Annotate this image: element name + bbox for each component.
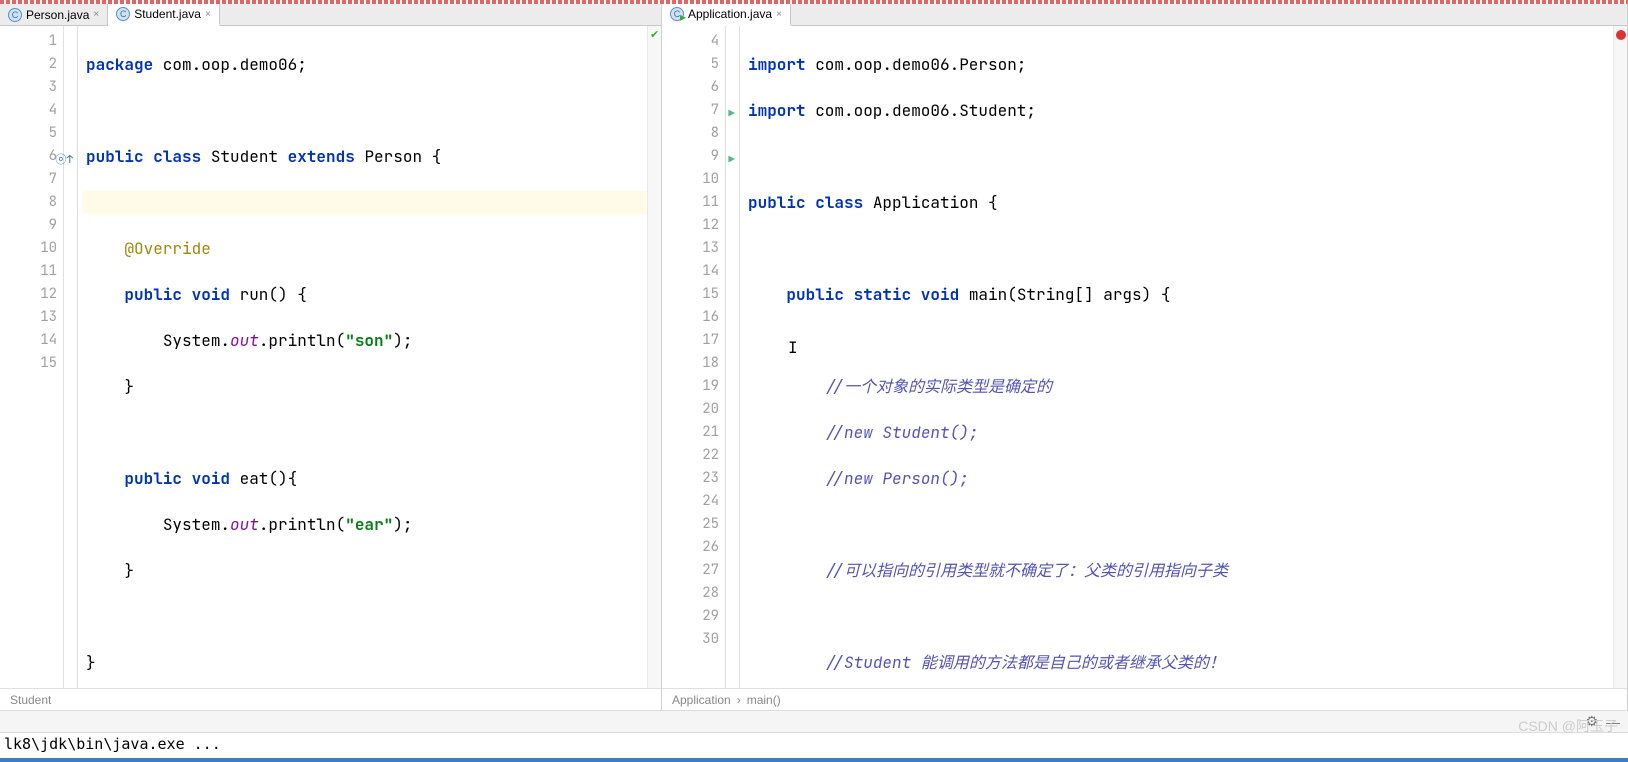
error-marker-icon[interactable]: [1616, 30, 1626, 40]
tab-label: Student.java: [134, 7, 201, 21]
right-marker-rail: [1613, 26, 1627, 688]
left-gutter: 1 2 3 4 5 6ⓞ↑ 7 8 9 10 11 12 13 14 15: [0, 26, 64, 688]
left-tab-bar: C Person.java × C Student.java ×: [0, 4, 661, 26]
close-icon[interactable]: ×: [205, 9, 211, 20]
left-marker-rail: ✔: [647, 26, 661, 688]
left-fold-column: [64, 26, 78, 688]
console-line: lk8\jdk\bin\java.exe ...: [4, 735, 221, 753]
close-icon[interactable]: ×: [776, 9, 782, 20]
java-class-icon: C: [116, 7, 130, 21]
breadcrumb-item[interactable]: Student: [10, 693, 51, 707]
chevron-right-icon: ›: [737, 693, 741, 707]
tab-student-java[interactable]: C Student.java ×: [108, 4, 220, 26]
java-class-run-icon: C▸: [670, 7, 684, 21]
bottom-bar: [0, 758, 1628, 762]
breadcrumb-item[interactable]: Application: [672, 693, 731, 707]
tool-strip: ⚙ —: [0, 710, 1628, 732]
text-cursor-icon: I: [788, 336, 798, 359]
console-output[interactable]: lk8\jdk\bin\java.exe ...: [0, 732, 1628, 758]
tab-person-java[interactable]: C Person.java ×: [0, 4, 108, 25]
left-editor-pane: C Person.java × C Student.java × 1 2 3 4…: [0, 4, 662, 710]
right-editor-pane: C▸ Application.java × 4 5 6 7▶ 8 9▶ 10 1…: [662, 4, 1628, 710]
left-breadcrumb[interactable]: Student: [0, 688, 661, 710]
right-fold-column: [726, 26, 740, 688]
right-breadcrumb[interactable]: Application › main(): [662, 688, 1627, 710]
close-icon[interactable]: ×: [93, 9, 99, 20]
right-code[interactable]: import com.oop.demo06.Person; import com…: [740, 26, 1613, 688]
breadcrumb-item[interactable]: main(): [747, 693, 781, 707]
tab-label: Person.java: [26, 8, 89, 22]
right-code-area[interactable]: 4 5 6 7▶ 8 9▶ 10 11 12 13 14 15 16 17 18…: [662, 26, 1627, 688]
left-code[interactable]: package com.oop.demo06; public class Stu…: [78, 26, 647, 688]
tab-application-java[interactable]: C▸ Application.java ×: [662, 4, 791, 26]
right-tab-bar: C▸ Application.java ×: [662, 4, 1627, 26]
right-gutter: 4 5 6 7▶ 8 9▶ 10 11 12 13 14 15 16 17 18…: [662, 26, 726, 688]
java-class-icon: C: [8, 8, 22, 22]
tab-label: Application.java: [688, 7, 772, 21]
ok-check-icon: ✔: [650, 28, 659, 41]
left-code-area[interactable]: 1 2 3 4 5 6ⓞ↑ 7 8 9 10 11 12 13 14 15 pa…: [0, 26, 661, 688]
watermark-text: CSDN @阿玉子: [1518, 716, 1618, 736]
